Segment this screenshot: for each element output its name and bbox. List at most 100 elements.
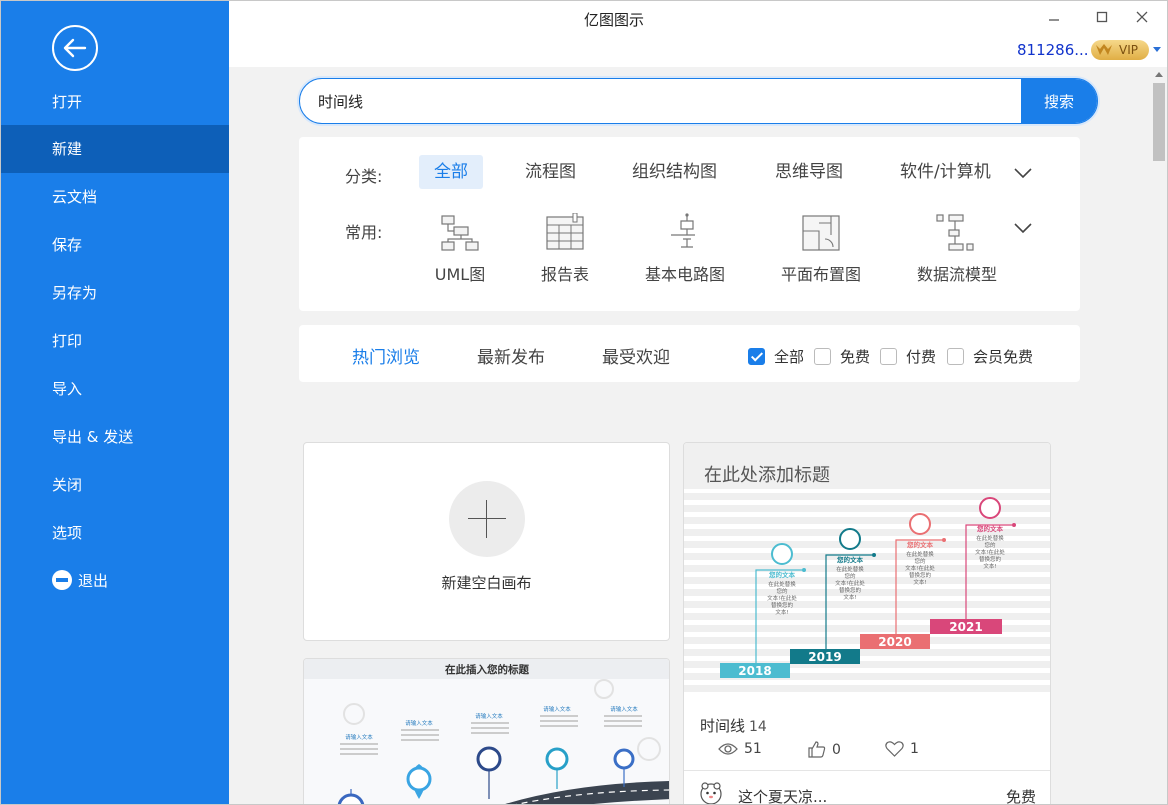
main-scrollbar[interactable]	[1151, 67, 1167, 804]
back-button[interactable]	[52, 25, 98, 71]
thumb-item-1-line-2: 您的	[776, 587, 788, 595]
search-input[interactable]	[318, 79, 1008, 123]
checkbox[interactable]	[814, 348, 831, 365]
category-tab-org-chart[interactable]: 组织结构图	[617, 155, 732, 189]
sidebar-item-exit[interactable]: 退出	[1, 557, 229, 605]
thumb-item-2-line-2: 您的	[844, 572, 856, 580]
author-avatar[interactable]	[698, 780, 724, 805]
search-button[interactable]: 搜索	[1021, 79, 1097, 123]
author-name[interactable]: 这个夏天凉...	[738, 786, 827, 804]
sort-tab-popular[interactable]: 热门浏览	[352, 343, 420, 368]
category-row-label: 分类:	[345, 167, 383, 186]
sidebar-item-cloud-docs[interactable]: 云文档	[1, 173, 229, 221]
thumb-item-2-line-4: 替换您的	[839, 586, 862, 594]
new-blank-canvas-card[interactable]: 新建空白画布	[303, 442, 670, 641]
thumb-item-title-2: 您的文本	[837, 555, 864, 564]
checkbox-checked[interactable]	[748, 348, 765, 365]
thumb-item-1-line-5: 文本!	[775, 608, 788, 616]
price-tag: 免费	[1005, 788, 1036, 805]
scroll-thumb[interactable]	[1153, 83, 1165, 161]
common-item-data-flow[interactable]: 数据流模型	[897, 213, 1017, 285]
sidebar-item-export-send[interactable]: 导出 & 发送	[1, 413, 229, 461]
likes-stat[interactable]: 0	[808, 741, 841, 758]
thumb-item-3-line-2: 您的	[914, 557, 926, 565]
template-count: 14	[749, 719, 767, 735]
thumb-item-3-line-1: 在此处替换	[906, 550, 934, 558]
title-bar: 亿图图示 811286... VIP	[229, 1, 1167, 67]
price-filter-free[interactable]: 免费	[814, 346, 870, 367]
common-item-report-table-label: 报告表	[540, 265, 589, 284]
year-2018: 2018	[738, 664, 771, 678]
thumb2-item-title-3: 请输入文本	[475, 712, 503, 720]
sort-tab-newest[interactable]: 最新发布	[477, 343, 545, 368]
price-filter-member-free[interactable]: 会员免费	[947, 346, 1033, 367]
price-filter-paid[interactable]: 付费	[880, 346, 936, 367]
minimize-button[interactable]	[1041, 5, 1067, 29]
sidebar-item-close[interactable]: 关闭	[1, 461, 229, 509]
template-thumbnail: 在此处添加标题 您的文本 在此处替换 您的 文本!在此处 替换您的 文本! 20…	[684, 443, 1050, 703]
common-item-uml[interactable]: UML图	[400, 213, 520, 285]
checkbox[interactable]	[880, 348, 897, 365]
likes-count: 0	[832, 741, 841, 758]
template-card-timeline-2[interactable]: 在此插入您的标题 请输入文本 请输入文本 请输入文本 请输入文本 请输入文本	[303, 658, 670, 804]
eye-icon	[718, 743, 738, 755]
card-divider	[684, 770, 1050, 771]
sidebar-item-options[interactable]: 选项	[1, 509, 229, 557]
thumb-item-4-line-1: 在此处替换	[976, 534, 1004, 542]
sidebar-item-save-as[interactable]: 另存为	[1, 269, 229, 317]
template-name-text: 时间线	[700, 717, 746, 735]
common-item-floor-plan-label: 平面布置图	[780, 265, 861, 284]
category-tab-all[interactable]: 全部	[419, 155, 483, 189]
template-card-timeline[interactable]: 在此处添加标题 您的文本 在此处替换 您的 文本!在此处 替换您的 文本! 20…	[683, 442, 1051, 805]
price-filter-all-label: 全部	[774, 348, 805, 366]
common-item-floor-plan[interactable]: 平面布置图	[761, 213, 881, 285]
window-title: 亿图图示	[583, 11, 644, 29]
arrow-left-icon	[63, 38, 87, 58]
thumb-item-4-line-5: 文本!	[983, 562, 996, 570]
common-expand-chevron-icon[interactable]	[1012, 221, 1034, 235]
user-account-id[interactable]: 811286...	[1017, 41, 1089, 59]
thumb-item-3-line-4: 替换您的	[909, 571, 932, 579]
account-dropdown-caret[interactable]	[1153, 47, 1161, 52]
vip-badge-label: VIP	[1119, 43, 1138, 57]
thumb-item-3-line-5: 文本!	[913, 578, 926, 586]
sidebar-item-print[interactable]: 打印	[1, 317, 229, 365]
heart-icon	[885, 741, 904, 757]
category-tab-flowchart[interactable]: 流程图	[510, 155, 591, 189]
category-expand-chevron-icon[interactable]	[1012, 166, 1034, 180]
thumb-item-2-line-1: 在此处替换	[836, 565, 864, 573]
new-blank-canvas-label: 新建空白画布	[441, 574, 532, 592]
close-window-button[interactable]	[1129, 5, 1155, 29]
year-2020: 2020	[878, 635, 911, 649]
close-icon	[1136, 11, 1148, 23]
template-name[interactable]: 时间线 14	[700, 715, 767, 736]
thumb-item-4-line-2: 您的	[984, 541, 996, 549]
thumb-item-2-line-3: 文本!在此处	[835, 579, 865, 587]
sidebar-item-import[interactable]: 导入	[1, 365, 229, 413]
category-tab-software[interactable]: 软件/计算机	[885, 155, 1006, 189]
common-item-report-table[interactable]: 报告表	[505, 213, 625, 285]
sidebar-item-new[interactable]: 新建	[1, 125, 229, 173]
thumbs-up-icon	[808, 741, 826, 758]
thumb-item-2-line-5: 文本!	[843, 593, 856, 601]
scroll-up-arrow-icon[interactable]	[1155, 71, 1163, 77]
plus-icon	[449, 481, 525, 557]
category-tab-mind-map[interactable]: 思维导图	[760, 155, 858, 189]
favorites-stat[interactable]: 1	[885, 741, 919, 757]
sort-tab-favorite[interactable]: 最受欢迎	[602, 343, 670, 368]
favorites-count: 1	[910, 741, 919, 757]
thumb-item-title-1: 您的文本	[769, 570, 796, 579]
sidebar-item-save[interactable]: 保存	[1, 221, 229, 269]
thumb-item-1-line-3: 文本!在此处	[767, 594, 797, 602]
exit-icon	[52, 570, 72, 590]
maximize-button[interactable]	[1089, 5, 1115, 29]
checkbox[interactable]	[947, 348, 964, 365]
template-thumbnail-2: 在此插入您的标题 请输入文本 请输入文本 请输入文本 请输入文本 请输入文本	[304, 659, 669, 804]
thumb2-title: 在此插入您的标题	[445, 663, 529, 676]
thumb2-item-title-2: 请输入文本	[405, 719, 433, 727]
vip-badge[interactable]: VIP	[1091, 40, 1149, 60]
price-filter-all[interactable]: 全部	[748, 346, 804, 367]
sidebar-item-open[interactable]: 打开	[1, 78, 229, 126]
common-item-circuit[interactable]: 基本电路图	[625, 213, 745, 285]
thumb-item-title-4: 您的文本	[977, 524, 1004, 533]
